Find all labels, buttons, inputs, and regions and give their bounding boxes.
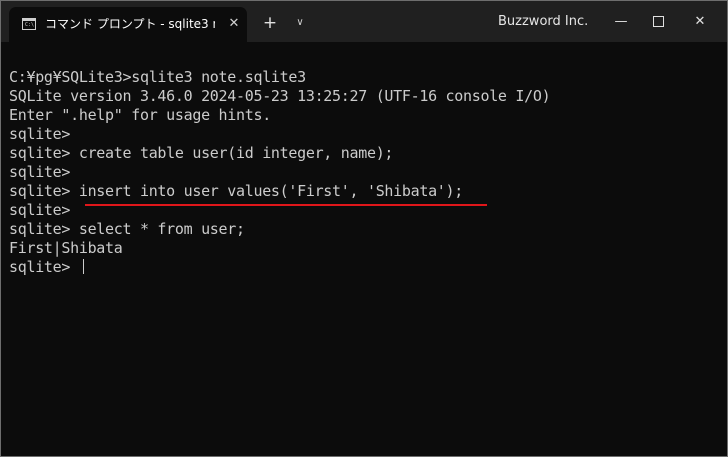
terminal-line: sqlite> create table user(id integer, na… [9, 144, 394, 162]
title-bar[interactable]: C:\ コマンド プロンプト - sqlite3 note. ✕ + ∨ Buz… [1, 1, 727, 42]
terminal-prompt-line[interactable]: sqlite> [9, 258, 719, 277]
tab-dropdown-button[interactable]: ∨ [291, 13, 309, 33]
tab-title: コマンド プロンプト - sqlite3 note. [45, 17, 215, 31]
maximize-icon [652, 16, 664, 27]
terminal-line: First|Shibata [9, 239, 123, 257]
brand-label: Buzzword Inc. [498, 14, 589, 29]
terminal-line: sqlite> select * from user; [9, 220, 245, 238]
new-tab-button[interactable]: + [260, 13, 280, 33]
command-prompt-icon-text: C:\ [25, 22, 35, 28]
terminal-window: C:\ コマンド プロンプト - sqlite3 note. ✕ + ∨ Buz… [0, 0, 728, 457]
terminal-line: sqlite> insert into user values('First',… [9, 182, 464, 200]
prompt-text: sqlite> [9, 258, 79, 276]
highlight-underline [85, 204, 487, 206]
tab-command-prompt[interactable]: C:\ コマンド プロンプト - sqlite3 note. ✕ [9, 7, 247, 42]
terminal-line: C:¥pg¥SQLite3>sqlite3 note.sqlite3 [9, 68, 306, 86]
terminal-line: sqlite> [9, 163, 71, 181]
minimize-button[interactable]: — [606, 9, 636, 35]
text-cursor [82, 259, 84, 274]
close-window-button[interactable]: ✕ [685, 9, 715, 35]
terminal-line: sqlite> [9, 125, 71, 143]
terminal-line: SQLite version 3.46.0 2024-05-23 13:25:2… [9, 87, 551, 105]
terminal-output[interactable]: C:¥pg¥SQLite3>sqlite3 note.sqlite3 SQLit… [9, 68, 719, 448]
maximize-button[interactable] [643, 9, 673, 35]
terminal-line: Enter ".help" for usage hints. [9, 106, 271, 124]
command-prompt-icon: C:\ [22, 18, 36, 30]
close-tab-icon[interactable]: ✕ [225, 15, 243, 33]
